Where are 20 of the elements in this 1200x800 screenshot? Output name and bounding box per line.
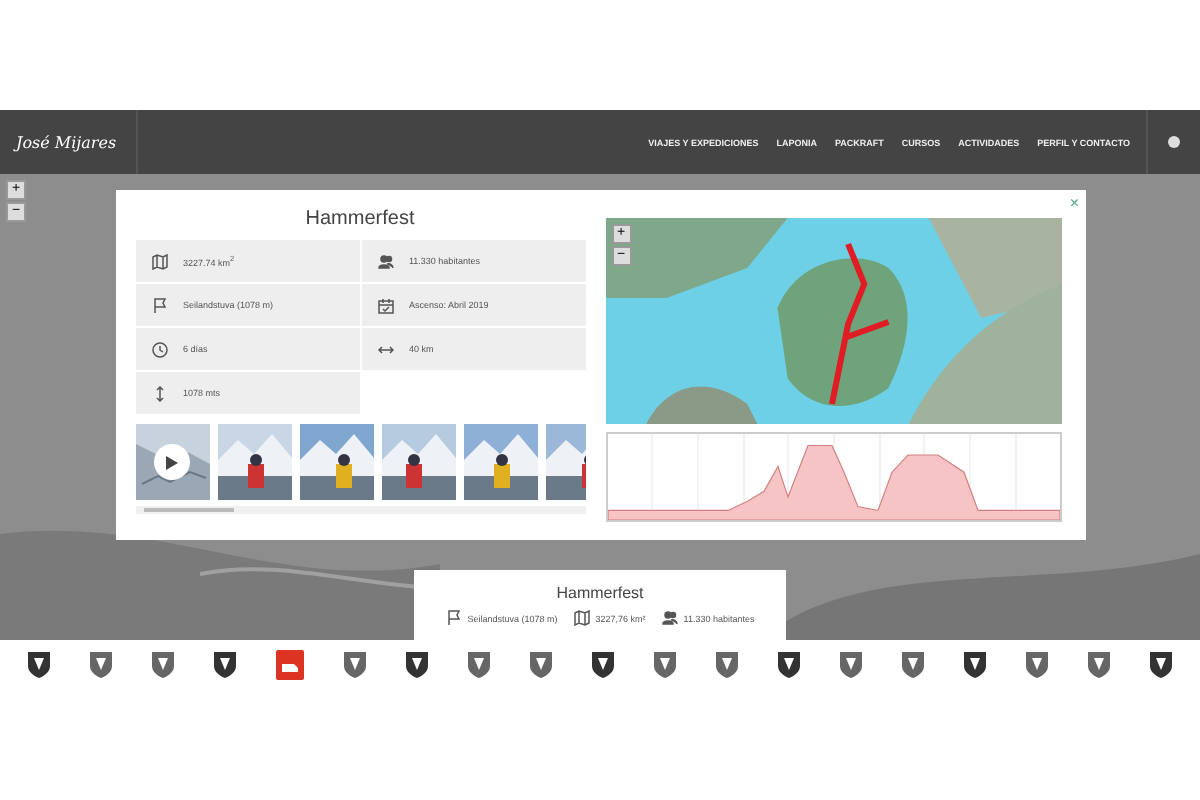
shield-icon[interactable] — [654, 652, 676, 678]
selected-shield[interactable] — [276, 650, 304, 680]
shield-icon[interactable] — [778, 652, 800, 678]
shield-icon[interactable] — [592, 652, 614, 678]
shield-icon[interactable] — [964, 652, 986, 678]
shield-icon[interactable] — [28, 652, 50, 678]
shield-icon[interactable] — [840, 652, 862, 678]
shield-icon[interactable] — [214, 652, 236, 678]
shield-icon[interactable] — [1026, 652, 1048, 678]
shield-icon[interactable] — [468, 652, 490, 678]
shield-icon[interactable] — [1150, 652, 1172, 678]
shield-icon[interactable] — [152, 652, 174, 678]
shield-icon[interactable] — [344, 652, 366, 678]
shield-icon[interactable] — [406, 652, 428, 678]
globe-icon[interactable] — [1168, 136, 1180, 148]
shield-icon[interactable] — [902, 652, 924, 678]
shield-icon[interactable] — [90, 652, 112, 678]
shield-icon[interactable] — [1088, 652, 1110, 678]
shield-icon[interactable] — [716, 652, 738, 678]
shield-icon[interactable] — [530, 652, 552, 678]
